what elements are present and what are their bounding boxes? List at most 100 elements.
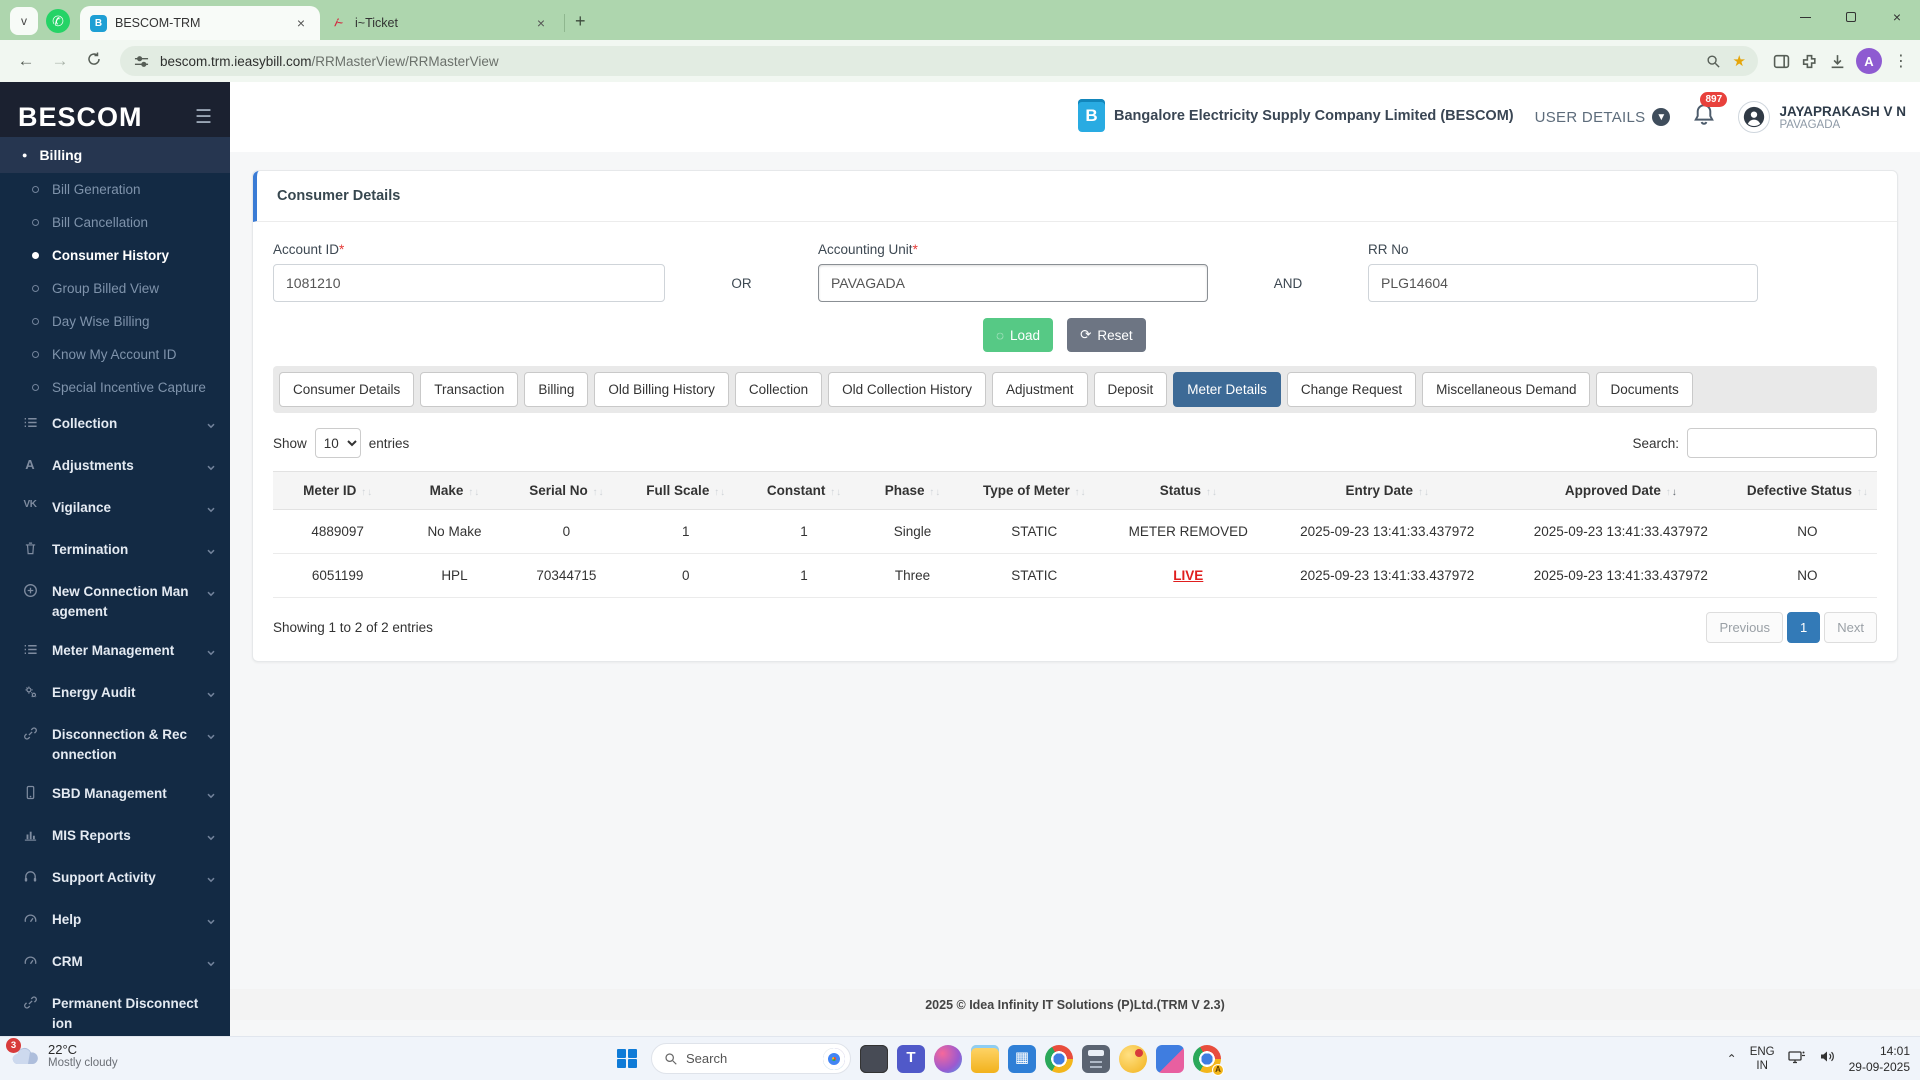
detail-tab[interactable]: Collection	[735, 372, 822, 407]
sidebar-group-billing[interactable]: ● Billing	[0, 137, 230, 173]
whatsapp-icon[interactable]: ✆	[46, 9, 70, 33]
tab-close-icon[interactable]: ×	[292, 15, 310, 31]
download-icon[interactable]	[1828, 52, 1846, 70]
sidebar-item[interactable]: Help	[0, 900, 230, 942]
url-bar[interactable]: bescom.trm.ieasybill.com/RRMasterView/RR…	[120, 46, 1758, 76]
user-profile[interactable]: JAYAPRAKASH V N PAVAGADA	[1738, 101, 1906, 133]
back-button[interactable]: ←	[10, 45, 42, 77]
sidebar-item[interactable]: Meter Management	[0, 631, 230, 673]
user-details-dropdown[interactable]: USER DETAILS ▼	[1535, 108, 1671, 126]
page-1-button[interactable]: 1	[1787, 612, 1820, 643]
copilot-icon[interactable]	[934, 1045, 962, 1073]
detail-tab[interactable]: Change Request	[1287, 372, 1416, 407]
page-size-select[interactable]: 10	[315, 428, 361, 458]
next-page-button[interactable]: Next	[1824, 612, 1877, 643]
taskbar-search[interactable]: Search	[651, 1043, 851, 1074]
language-switcher[interactable]: ENGIN	[1750, 1045, 1775, 1074]
forward-button[interactable]: →	[44, 45, 76, 77]
sidebar-item[interactable]: Termination	[0, 530, 230, 572]
sidebar-item[interactable]: SBD Management	[0, 774, 230, 816]
detail-tab[interactable]: Adjustment	[992, 372, 1088, 407]
table-column-header[interactable]: Constant ↑↓	[745, 472, 862, 510]
minimize-button[interactable]	[1782, 0, 1828, 34]
side-panel-icon[interactable]	[1772, 52, 1790, 70]
sidebar-item[interactable]: Support Activity	[0, 858, 230, 900]
chrome-icon[interactable]	[1045, 1045, 1073, 1073]
terminal-icon[interactable]	[860, 1045, 888, 1073]
calculator-icon[interactable]	[1082, 1045, 1110, 1073]
reload-button[interactable]	[78, 45, 110, 77]
store-icon[interactable]	[1008, 1045, 1036, 1073]
chrome-profile-icon[interactable]: A	[1193, 1045, 1221, 1073]
teams-icon[interactable]	[897, 1045, 925, 1073]
detail-tab[interactable]: Meter Details	[1173, 372, 1281, 407]
table-column-header[interactable]: Type of Meter ↑↓	[962, 472, 1106, 510]
browser-profile-avatar[interactable]: A	[1856, 48, 1882, 74]
zoom-icon[interactable]	[1705, 52, 1723, 70]
maximize-button[interactable]	[1828, 0, 1874, 34]
sidebar-subitem[interactable]: Consumer History	[0, 239, 230, 272]
account-id-field[interactable]	[273, 264, 665, 302]
table-column-header[interactable]: Meter ID ↑↓	[273, 472, 402, 510]
detail-tab[interactable]: Old Billing History	[594, 372, 729, 407]
sidebar-item[interactable]: New Connection Management	[0, 572, 230, 631]
sidebar-subitem[interactable]: Bill Cancellation	[0, 206, 230, 239]
reset-button[interactable]: ⟳Reset	[1067, 318, 1146, 352]
table-column-header[interactable]: Serial No ↑↓	[507, 472, 626, 510]
table-column-header[interactable]: Entry Date ↑↓	[1270, 472, 1504, 510]
weather-widget[interactable]: 3 22°C Mostly cloudy	[10, 1042, 118, 1069]
site-settings-icon[interactable]	[132, 52, 150, 70]
detail-tab[interactable]: Old Collection History	[828, 372, 986, 407]
sidebar-subitem[interactable]: Bill Generation	[0, 173, 230, 206]
previous-page-button[interactable]: Previous	[1706, 612, 1783, 643]
volume-icon[interactable]	[1819, 1049, 1836, 1069]
sidebar-item[interactable]: Collection	[0, 404, 230, 446]
table-column-header[interactable]: Make ↑↓	[402, 472, 506, 510]
close-button[interactable]: ×	[1874, 0, 1920, 34]
sidebar-subitem[interactable]: Know My Account ID	[0, 338, 230, 371]
windows-start-button[interactable]	[612, 1044, 642, 1074]
detail-tab[interactable]: Documents	[1596, 372, 1692, 407]
file-explorer-icon[interactable]	[971, 1045, 999, 1073]
detail-tab[interactable]: Miscellaneous Demand	[1422, 372, 1590, 407]
table-column-header[interactable]: Status ↑↓	[1106, 472, 1270, 510]
app-blue-icon[interactable]	[1156, 1045, 1184, 1073]
sidebar-item[interactable]: Permanent Disconnection	[0, 984, 230, 1036]
tab-close-icon[interactable]: ×	[532, 15, 550, 31]
table-column-header[interactable]: Approved Date ↑↓	[1504, 472, 1738, 510]
hamburger-menu-icon[interactable]: ☰	[195, 106, 212, 129]
tray-expand-icon[interactable]: ⌃	[1727, 1052, 1737, 1066]
browser-tab[interactable]: 𝑖~ i~Ticket ×	[320, 6, 560, 40]
cell-status[interactable]: LIVE	[1173, 568, 1203, 583]
sidebar-item[interactable]: VK Vigilance	[0, 488, 230, 530]
tab-search-button[interactable]: v	[10, 7, 38, 35]
sidebar-item[interactable]: CRM	[0, 942, 230, 984]
accounting-unit-field[interactable]	[818, 264, 1208, 302]
sidebar-item[interactable]: A Adjustments	[0, 446, 230, 488]
sidebar-item[interactable]: Energy Audit	[0, 673, 230, 715]
load-button[interactable]: ◌Load	[983, 318, 1053, 352]
new-tab-button[interactable]: +	[575, 11, 586, 32]
network-icon[interactable]	[1788, 1049, 1806, 1070]
extensions-icon[interactable]	[1800, 52, 1818, 70]
browser-menu-icon[interactable]: ⋮	[1892, 52, 1910, 70]
table-column-header[interactable]: Full Scale ↑↓	[626, 472, 745, 510]
bookmark-star-icon[interactable]: ★	[1733, 52, 1746, 70]
clock[interactable]: 14:01 29-09-2025	[1849, 1043, 1910, 1075]
sidebar-item[interactable]: MIS Reports	[0, 816, 230, 858]
sidebar-subitem[interactable]: Day Wise Billing	[0, 305, 230, 338]
app-yellow-icon[interactable]	[1119, 1045, 1147, 1073]
rr-no-field[interactable]	[1368, 264, 1758, 302]
table-search-input[interactable]	[1687, 428, 1877, 458]
detail-tab[interactable]: Consumer Details	[279, 372, 414, 407]
browser-tab[interactable]: B BESCOM-TRM ×	[80, 6, 320, 40]
detail-tab[interactable]: Billing	[524, 372, 588, 407]
sidebar-subitem[interactable]: Group Billed View	[0, 272, 230, 305]
table-column-header[interactable]: Defective Status ↑↓	[1738, 472, 1877, 510]
detail-tab[interactable]: Deposit	[1094, 372, 1168, 407]
detail-tab[interactable]: Transaction	[420, 372, 518, 407]
table-column-header[interactable]: Phase ↑↓	[863, 472, 962, 510]
sidebar-subitem[interactable]: Special Incentive Capture	[0, 371, 230, 404]
sidebar-item[interactable]: Disconnection & Reconnection	[0, 715, 230, 774]
notifications-bell[interactable]: 897	[1692, 102, 1716, 133]
